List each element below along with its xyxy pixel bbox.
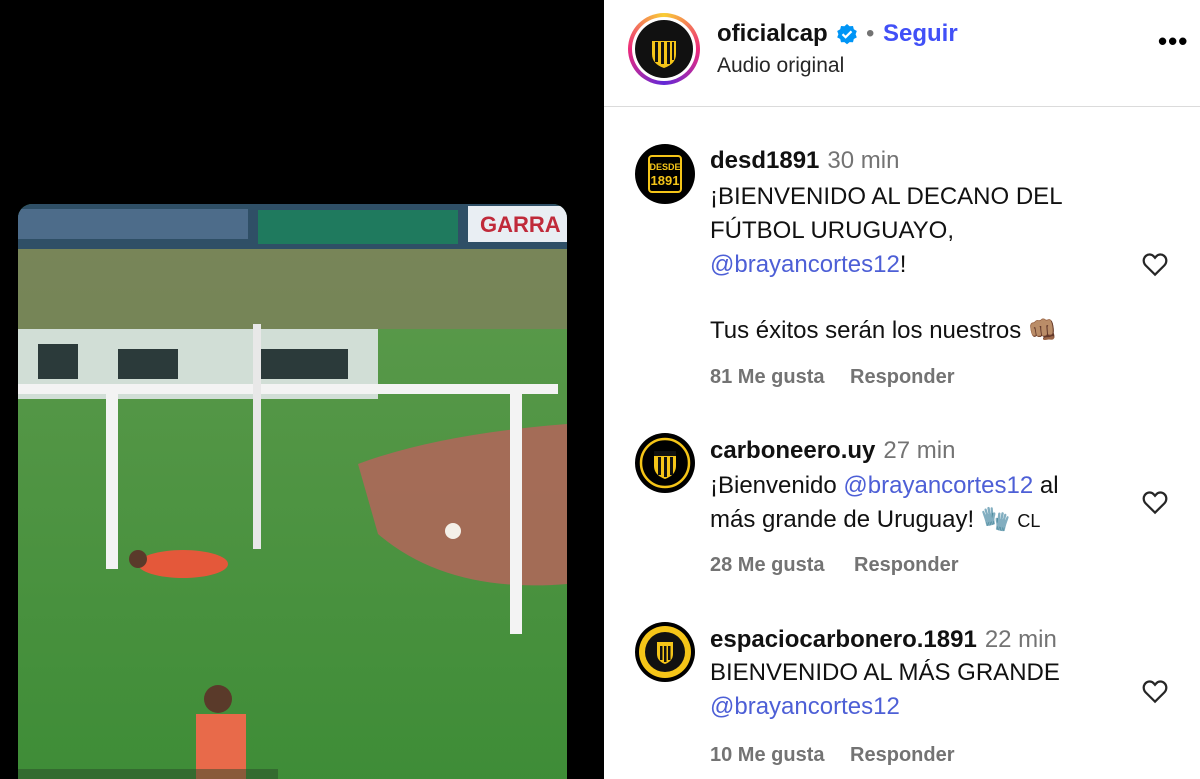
desde-1891-logo-icon: DESDE 1891 — [648, 155, 682, 193]
avatar-text-year: 1891 — [651, 173, 680, 188]
reply-button[interactable]: Responder — [850, 744, 954, 766]
reply-button[interactable]: Responder — [854, 554, 958, 576]
fist-emoji-icon: 👊🏽 — [1027, 317, 1058, 344]
audio-label[interactable]: Audio original — [717, 54, 844, 78]
separator-dot: • — [866, 20, 875, 47]
like-heart-icon[interactable] — [1140, 487, 1170, 517]
comment-username[interactable]: desd1891 30 min — [710, 147, 899, 175]
reply-button[interactable]: Responder — [850, 366, 954, 388]
ad-board-text: GARRA — [480, 212, 561, 237]
more-options-icon[interactable]: ••• — [1158, 26, 1188, 57]
comment-time: 30 min — [827, 147, 900, 174]
comment-username[interactable]: espaciocarbonero.1891 22 min — [710, 626, 1057, 654]
comment-text: ¡BIENVENIDO AL DECANO DEL FÚTBOL URUGUAY… — [710, 183, 1063, 344]
mention-link[interactable]: @brayancortes12 — [710, 251, 900, 278]
club-shield-icon — [652, 36, 676, 68]
comment-time: 22 min — [984, 626, 1057, 653]
comment-meta: 10 Me gusta Responder — [710, 744, 955, 767]
video-player[interactable]: GARRA — [18, 204, 567, 779]
follow-button[interactable]: Seguir — [883, 20, 958, 48]
profile-avatar[interactable] — [628, 13, 700, 85]
mention-link[interactable]: @brayancortes12 — [843, 472, 1033, 499]
likes-count[interactable]: 28 Me gusta — [710, 554, 824, 576]
like-heart-icon[interactable] — [1140, 676, 1170, 706]
glove-emoji-icon: 🧤 — [980, 506, 1011, 533]
like-heart-icon[interactable] — [1140, 249, 1170, 279]
club-shield-icon — [639, 437, 691, 489]
post-author-username[interactable]: oficialcap — [717, 20, 828, 48]
video-panel: GARRA — [0, 0, 604, 779]
comment-username[interactable]: carboneero.uy 27 min — [710, 437, 955, 465]
likes-count[interactable]: 10 Me gusta — [710, 744, 824, 766]
avatar-text-desde: DESDE — [649, 162, 680, 172]
commenter-avatar[interactable] — [635, 433, 695, 493]
espacio-carbonero-logo-icon — [639, 626, 691, 678]
post-header: oficialcap • Seguir Audio original ••• — [604, 0, 1200, 107]
comment-text: ¡Bienvenido @brayancortes12 al más grand… — [710, 472, 1059, 533]
commenter-avatar[interactable] — [635, 622, 695, 682]
commenter-avatar[interactable]: DESDE 1891 — [635, 144, 695, 204]
mention-link[interactable]: @brayancortes12 — [710, 693, 900, 720]
comment-meta: 81 Me gusta Responder — [710, 366, 955, 389]
comment-meta: 28 Me gusta Responder — [710, 554, 959, 577]
comment-text: BIENVENIDO AL MÁS GRANDE @brayancortes12 — [710, 659, 1060, 720]
post-details-panel: oficialcap • Seguir Audio original ••• D… — [604, 0, 1200, 779]
video-frame: GARRA — [18, 204, 567, 779]
likes-count[interactable]: 81 Me gusta — [710, 366, 824, 388]
verified-badge-icon — [837, 24, 857, 45]
comment-time: 27 min — [883, 437, 956, 464]
